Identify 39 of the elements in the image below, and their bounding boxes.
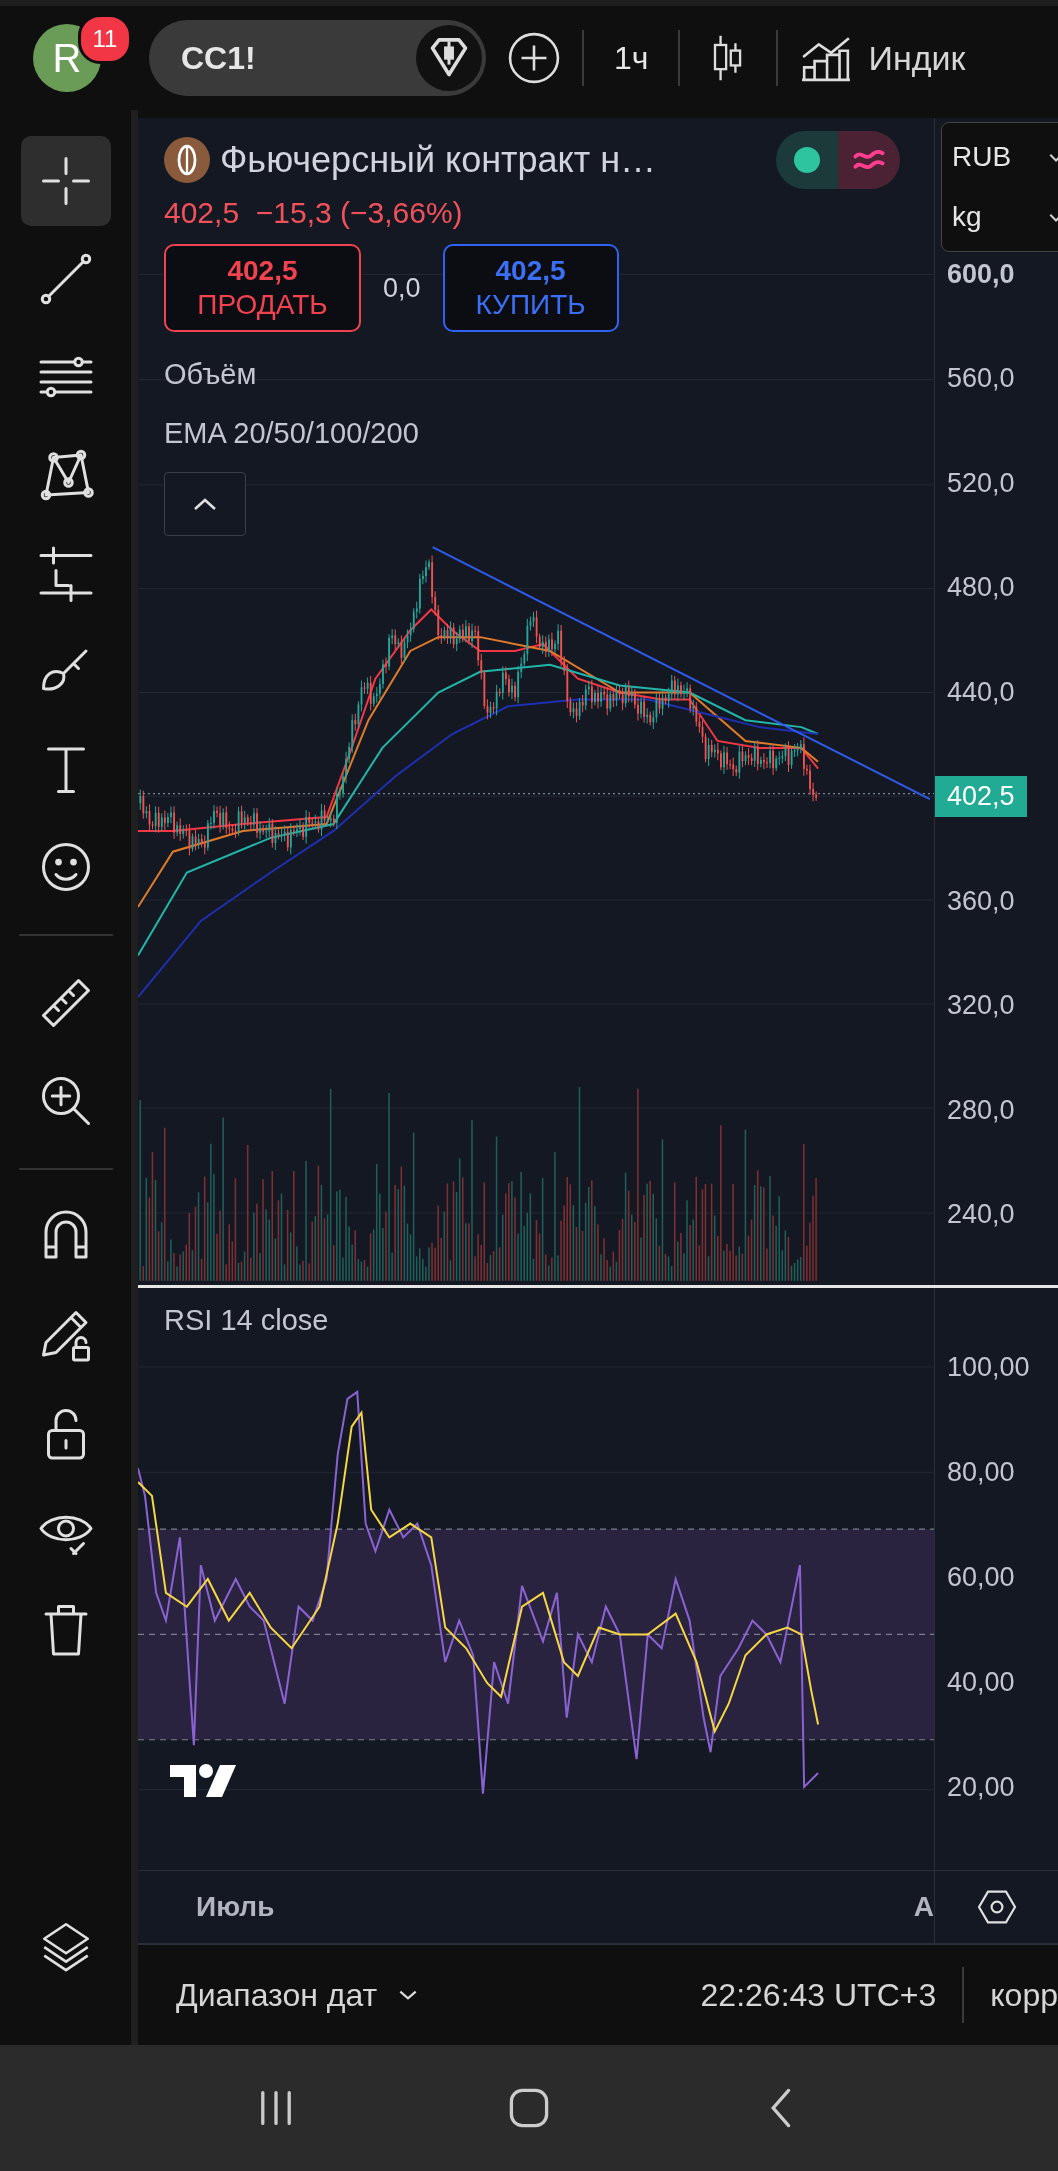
rsi-axis-label: 60,00 <box>946 1562 1015 1593</box>
price-label: 600,0 <box>946 258 1015 290</box>
price-label: 280,0 <box>946 1094 1015 1126</box>
price-label: 440,0 <box>946 676 1015 708</box>
rsi-axis-label: 20,00 <box>946 1772 1015 1803</box>
unit-dropdown[interactable]: kg <box>942 187 1058 247</box>
indicator-label[interactable]: Объём <box>164 358 257 391</box>
time-axis-label: А <box>913 1891 934 1923</box>
price-label: 560,0 <box>946 363 1015 395</box>
rsi-axis-label: 80,00 <box>946 1457 1015 1488</box>
indicator-label[interactable]: EMA 20/50/100/200 <box>164 417 419 450</box>
symbol-search-field[interactable]: CC1! <box>149 20 486 96</box>
home-icon[interactable] <box>507 2086 551 2130</box>
clock-time[interactable]: 22:26:43 UTC+3 <box>700 1976 937 2014</box>
market-status-toggle[interactable] <box>776 131 900 189</box>
cocoa-bean-icon <box>164 137 210 183</box>
instrument-title[interactable]: Фьючерсный контракт н… <box>220 139 657 181</box>
buy-button[interactable]: 402,5 КУПИТЬ <box>442 244 619 332</box>
unit-dropdown[interactable]: RUB <box>942 127 1058 187</box>
price-change-text: 402,5 −15,3 (−3,66%) <box>164 196 463 230</box>
spread-value: 0,0 <box>383 272 421 304</box>
plus-icon[interactable] <box>508 32 560 84</box>
price-label: 480,0 <box>946 572 1015 604</box>
interval-button[interactable]: 1ч <box>614 39 649 77</box>
time-axis-label: Июль <box>196 1891 275 1923</box>
price-label: 240,0 <box>946 1199 1015 1231</box>
indicator-label[interactable]: RSI 14 close <box>164 1304 329 1337</box>
notification-badge: 11 <box>78 14 132 64</box>
rsi-axis-label: 40,00 <box>946 1667 1015 1698</box>
date-range-dropdown[interactable]: Диапазон дат <box>176 1976 420 2014</box>
sell-button[interactable]: 402,5 ПРОДАТЬ <box>164 244 361 332</box>
price-label: 520,0 <box>946 467 1015 499</box>
price-label: 360,0 <box>946 885 1015 917</box>
indicators-button[interactable]: Индик <box>868 38 966 78</box>
rsi-axis-label: 100,00 <box>946 1352 1030 1383</box>
price-label: 320,0 <box>946 990 1015 1022</box>
settings-icon[interactable] <box>976 1889 1017 1925</box>
adjustment-button[interactable]: корр <box>990 1976 1058 2014</box>
current-price-badge: 402,5 <box>935 776 1027 818</box>
